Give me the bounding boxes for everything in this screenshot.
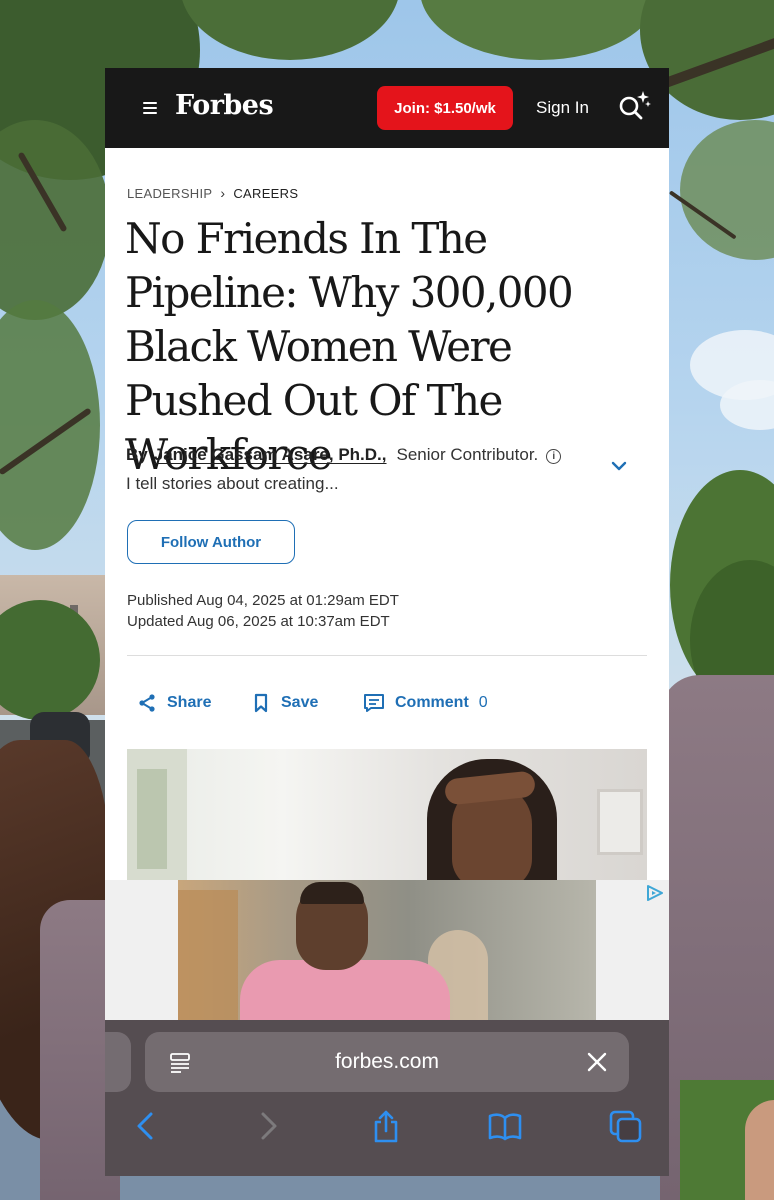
author-link[interactable]: Janice Gassam Asare, Ph.D., <box>154 445 387 464</box>
address-bar[interactable]: forbes.com <box>145 1032 629 1092</box>
follow-author-button[interactable]: Follow Author <box>127 520 295 564</box>
article-hero-image[interactable] <box>127 749 647 889</box>
forbes-header: Forbes Join: $1.50/wk Sign In <box>105 68 669 148</box>
article-dates: Published Aug 04, 2025 at 01:29am EDT Up… <box>127 590 399 632</box>
save-label: Save <box>281 694 319 711</box>
safari-bottom-bar: forbes.com <box>105 1020 669 1176</box>
chevron-right-icon: › <box>220 185 226 201</box>
breadcrumb: LEADERSHIP › CAREERS <box>127 185 298 201</box>
comment-label: Comment <box>395 694 469 711</box>
article-actions: Share Save Comment 0 <box>127 688 647 718</box>
ad-choices-icon[interactable] <box>645 884 665 902</box>
search-sparkle-icon[interactable] <box>614 87 654 127</box>
author-role: Senior Contributor. <box>396 445 539 464</box>
breadcrumb-subsection[interactable]: CAREERS <box>233 186 298 201</box>
author-tagline: I tell stories about creating... <box>126 474 339 493</box>
join-button[interactable]: Join: $1.50/wk <box>377 86 513 130</box>
ad-image[interactable] <box>178 880 596 1020</box>
share-icon <box>139 694 155 712</box>
comment-button[interactable]: Comment 0 <box>363 688 488 718</box>
safari-toolbar <box>105 1110 669 1160</box>
byline: By Janice Gassam Asare, Ph.D., Senior Cont… <box>126 440 566 498</box>
previous-tab-peek[interactable] <box>105 1032 131 1092</box>
bookmark-icon <box>254 693 268 713</box>
forward-icon[interactable] <box>257 1110 279 1142</box>
save-button[interactable]: Save <box>251 688 318 718</box>
updated-date: Updated Aug 06, 2025 at 10:37am EDT <box>127 613 390 630</box>
comment-count: 0 <box>478 694 488 711</box>
close-icon[interactable] <box>587 1052 607 1072</box>
menu-icon[interactable] <box>143 102 157 114</box>
ad-banner[interactable] <box>105 880 669 1020</box>
person-hand <box>745 1100 774 1200</box>
sign-in-link[interactable]: Sign In <box>536 98 589 118</box>
forbes-logo[interactable]: Forbes <box>175 90 274 121</box>
byline-prefix: By <box>126 445 148 464</box>
chevron-down-icon[interactable] <box>609 458 629 474</box>
share-label: Share <box>167 694 212 711</box>
published-date: Published Aug 04, 2025 at 01:29am EDT <box>127 592 399 609</box>
breadcrumb-section[interactable]: LEADERSHIP <box>127 186 212 201</box>
divider <box>127 655 647 656</box>
comment-icon <box>364 694 384 712</box>
url-domain: forbes.com <box>335 1050 439 1073</box>
back-icon[interactable] <box>135 1110 157 1142</box>
info-icon: i <box>546 449 562 464</box>
share-button[interactable]: Share <box>137 688 211 718</box>
phone-screen: Forbes Join: $1.50/wk Sign In LEADERSHIP… <box>105 68 669 1176</box>
tabs-icon[interactable] <box>609 1110 643 1144</box>
bookmarks-icon[interactable] <box>487 1110 523 1142</box>
share-sheet-icon[interactable] <box>371 1110 401 1144</box>
